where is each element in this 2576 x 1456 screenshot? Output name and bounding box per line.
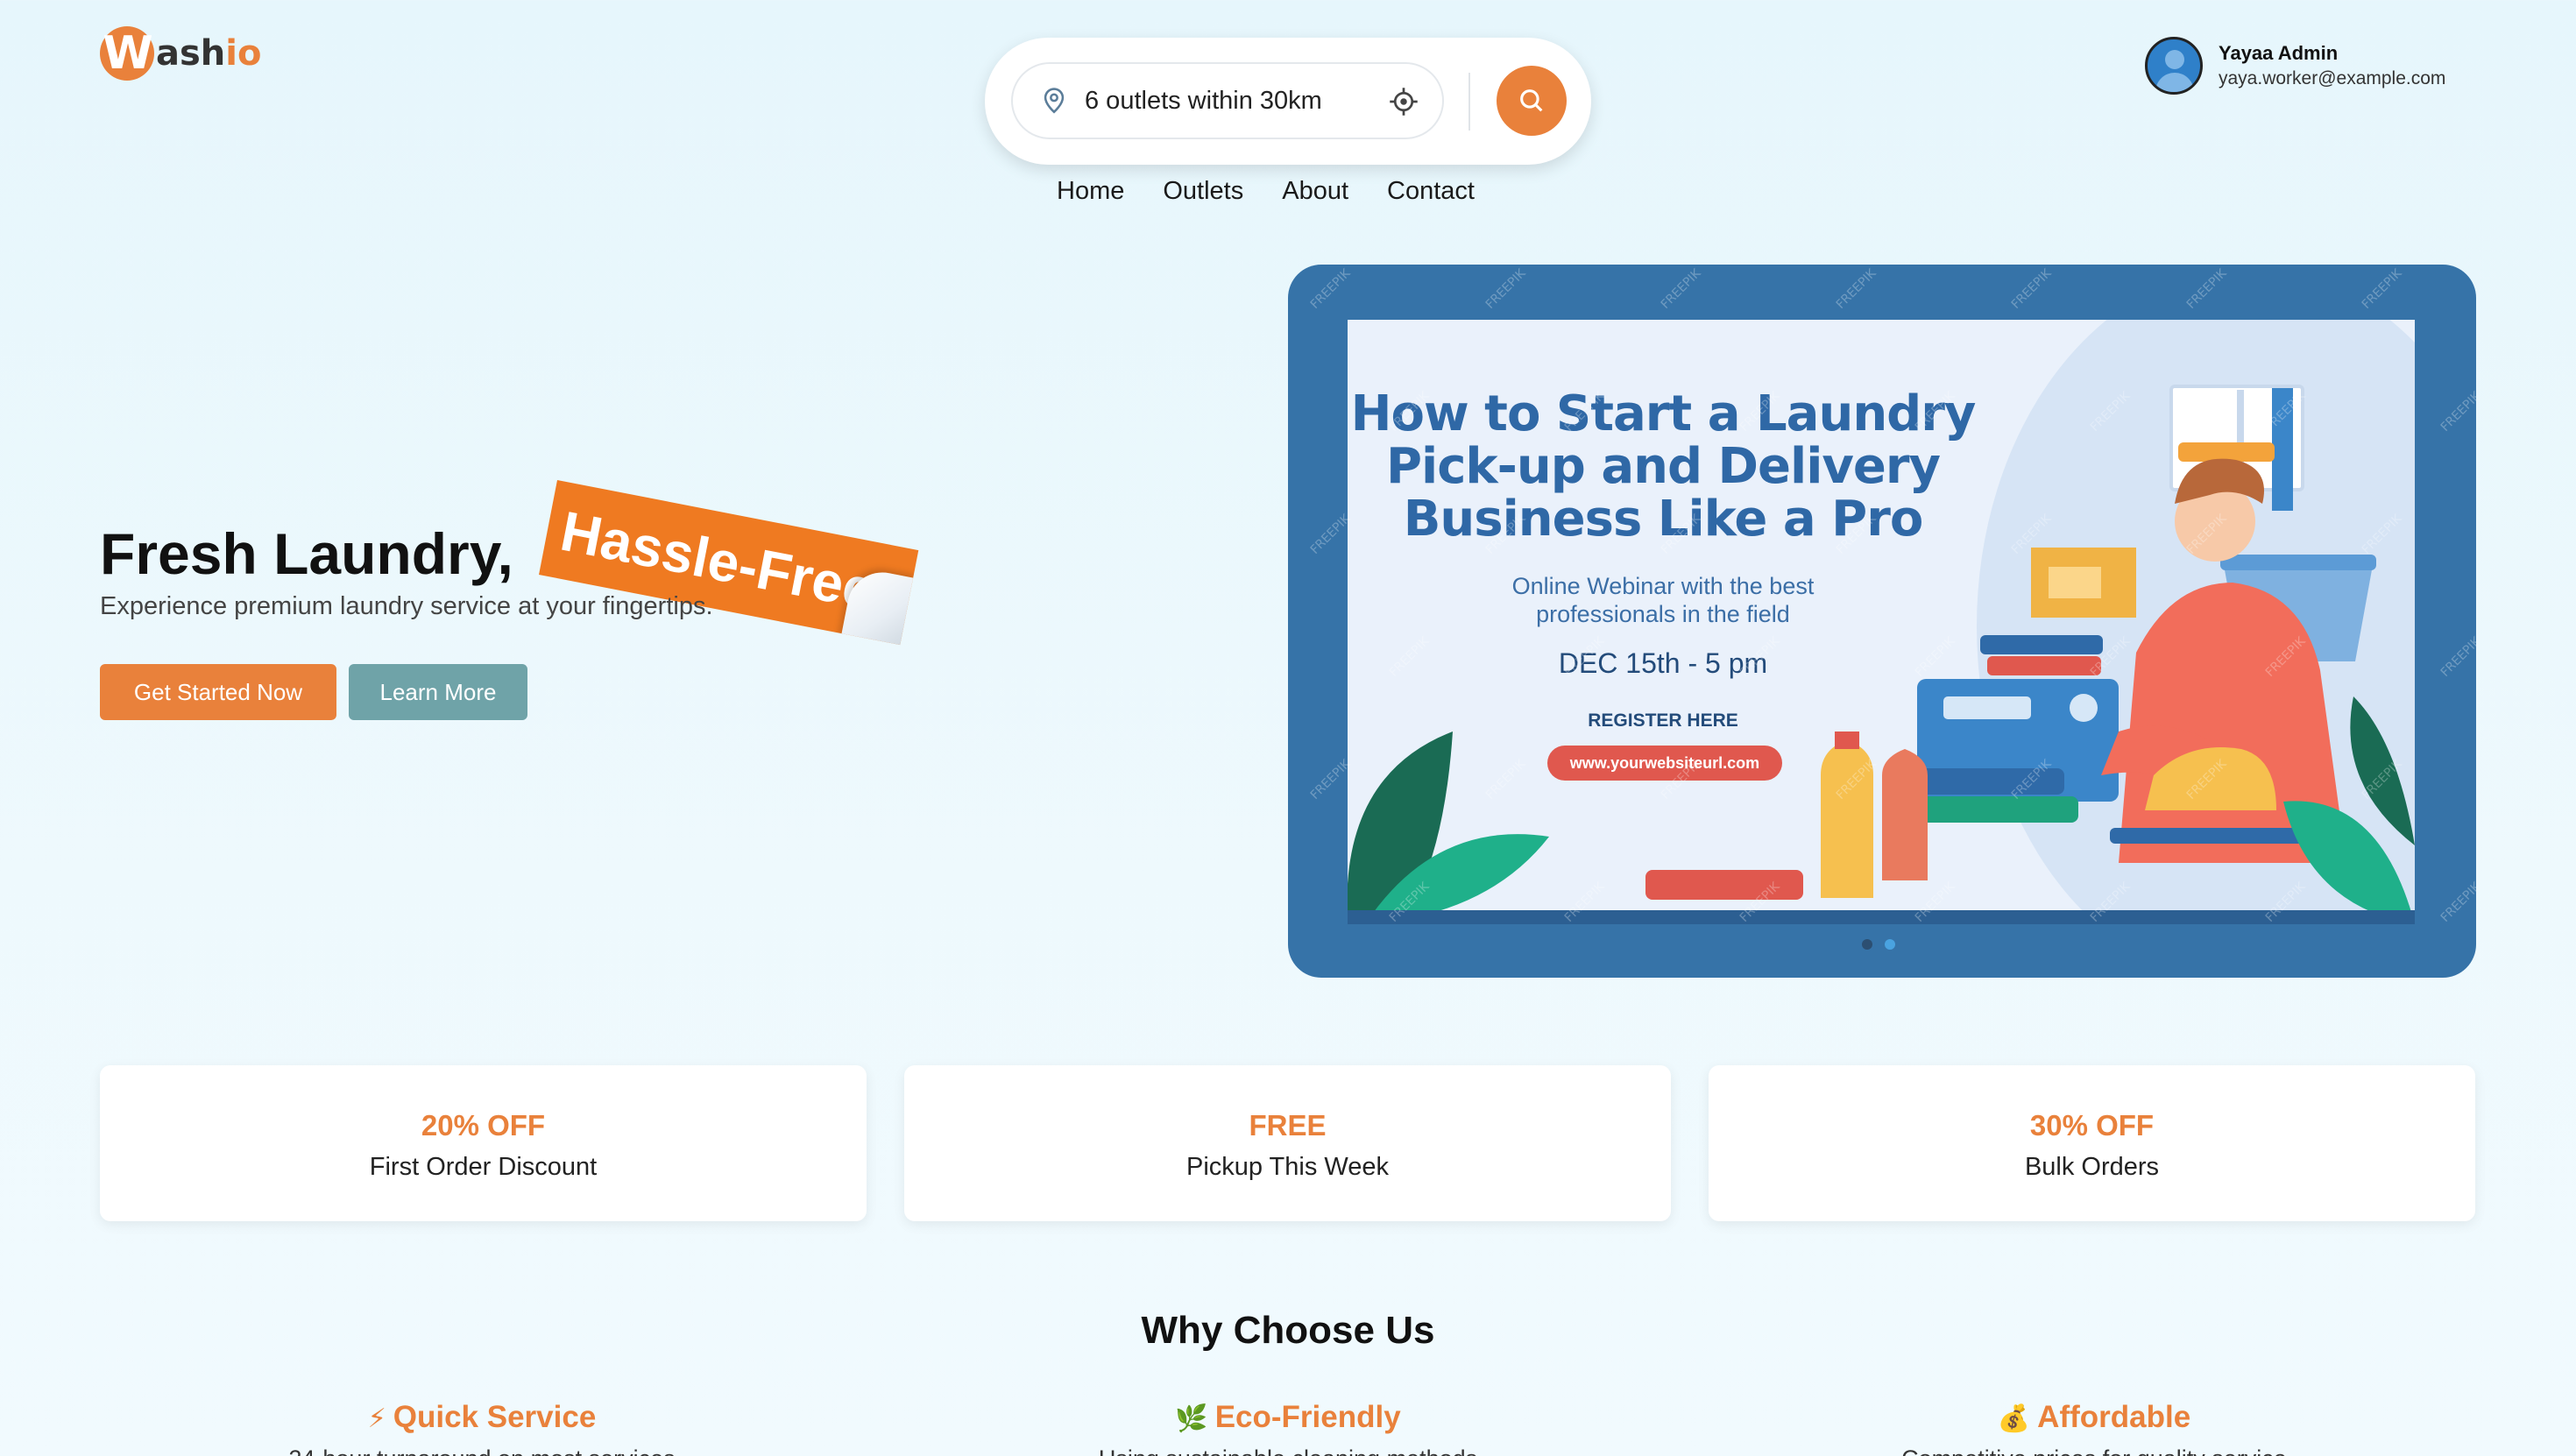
offer-description: Pickup This Week	[1185, 1153, 1390, 1181]
leaf-icon: 🌿	[1175, 1404, 1208, 1433]
logo-wordmark: ashio	[156, 33, 262, 74]
offer-description: Bulk Orders	[2024, 1153, 2160, 1181]
crosshair-icon[interactable]	[1388, 86, 1419, 117]
watermark-text: FREEPIK	[2438, 634, 2476, 680]
search-button[interactable]	[1497, 66, 1567, 136]
feature-description: Using sustainable cleaning methods	[981, 1445, 1595, 1456]
slide-date: DEC 15th - 5 pm	[1558, 647, 1768, 679]
watermark-text: FREEPIK	[1658, 266, 1704, 312]
carousel-dots	[1862, 939, 1895, 950]
why-choose-us-heading: Why Choose Us	[1141, 1309, 1435, 1352]
feature-description: Competitive prices for quality service	[1787, 1445, 2401, 1456]
website-url-pill[interactable]: www.yourwebsiteurl.com	[1547, 746, 1782, 781]
learn-more-button[interactable]: Learn More	[349, 664, 527, 720]
hero-title: Fresh Laundry,	[100, 521, 513, 586]
search-bar: 6 outlets within 30km	[985, 38, 1591, 165]
carousel-dot-2[interactable]	[1885, 939, 1895, 950]
feature-quick-service: ⚡ Quick Service	[367, 1400, 597, 1434]
nav-outlets[interactable]: Outlets	[1163, 177, 1243, 206]
register-label: REGISTER HERE	[1588, 710, 1738, 731]
carousel-dot-1[interactable]	[1862, 939, 1872, 950]
search-icon	[1520, 89, 1543, 112]
watermark-text: FREEPIK	[2438, 880, 2476, 925]
location-field[interactable]: 6 outlets within 30km	[1011, 62, 1444, 139]
location-text: 6 outlets within 30km	[1085, 86, 1322, 115]
offer-card[interactable]: 30% OFF Bulk Orders	[1709, 1065, 2475, 1221]
watermark-text: FREEPIK	[2359, 266, 2405, 312]
user-name: Yayaa Admin	[2219, 42, 2339, 64]
nav-home[interactable]: Home	[1057, 177, 1124, 206]
brand-logo[interactable]: W ashio	[100, 23, 261, 84]
watermark-text: FREEPIK	[1307, 266, 1354, 312]
avatar[interactable]	[2145, 37, 2203, 95]
feature-description: 24-hour turnaround on most services	[175, 1445, 789, 1456]
offer-headline: FREE	[1249, 1109, 1327, 1141]
nav-about[interactable]: About	[1282, 177, 1348, 206]
slide-title: How to Start a Laundry Pick-up and Deliv…	[1350, 385, 1977, 548]
feature-eco-friendly: 🌿 Eco-Friendly	[1175, 1400, 1401, 1434]
offer-headline: 20% OFF	[421, 1109, 546, 1141]
offer-description: First Order Discount	[369, 1153, 598, 1181]
search-divider	[1468, 73, 1470, 131]
watermark-text: FREEPIK	[1307, 512, 1354, 557]
slide-floor	[1348, 910, 2415, 924]
watermark-text: FREEPIK	[2008, 266, 2055, 312]
get-started-button[interactable]: Get Started Now	[100, 664, 336, 720]
watermark-text: FREEPIK	[1483, 266, 1529, 312]
hero-subtitle: Experience premium laundry service at yo…	[100, 592, 713, 620]
lightning-icon: ⚡	[367, 1404, 386, 1433]
location-pin-icon	[1044, 88, 1065, 114]
nav-contact[interactable]: Contact	[1387, 177, 1475, 206]
main-nav: Home Outlets About Contact	[1057, 177, 1475, 206]
watermark-text: FREEPIK	[2438, 389, 2476, 435]
promo-carousel[interactable]: How to Start a Laundry Pick-up and Deliv…	[1288, 265, 2476, 978]
watermark-text: FREEPIK	[2183, 266, 2230, 312]
money-bag-icon: 💰	[1997, 1404, 2031, 1433]
watermark-text: FREEPIK	[1833, 266, 1879, 312]
promo-slide[interactable]: How to Start a Laundry Pick-up and Deliv…	[1348, 320, 2415, 924]
offer-card[interactable]: 20% OFF First Order Discount	[100, 1065, 867, 1221]
offer-card[interactable]: FREE Pickup This Week	[904, 1065, 1671, 1221]
watermark-text: FREEPIK	[1307, 757, 1354, 802]
user-menu[interactable]: Yayaa Admin yaya.worker@example.com	[2145, 37, 2445, 95]
slide-subtitle: Online Webinar with the best professiona…	[1511, 573, 1815, 627]
feature-affordable: 💰 Affordable	[1997, 1400, 2191, 1434]
logo-mark: W	[100, 26, 154, 81]
user-email: yaya.worker@example.com	[2219, 68, 2446, 88]
user-info: Yayaa Admin yaya.worker@example.com	[2219, 42, 2445, 89]
offer-headline: 30% OFF	[2029, 1109, 2155, 1141]
